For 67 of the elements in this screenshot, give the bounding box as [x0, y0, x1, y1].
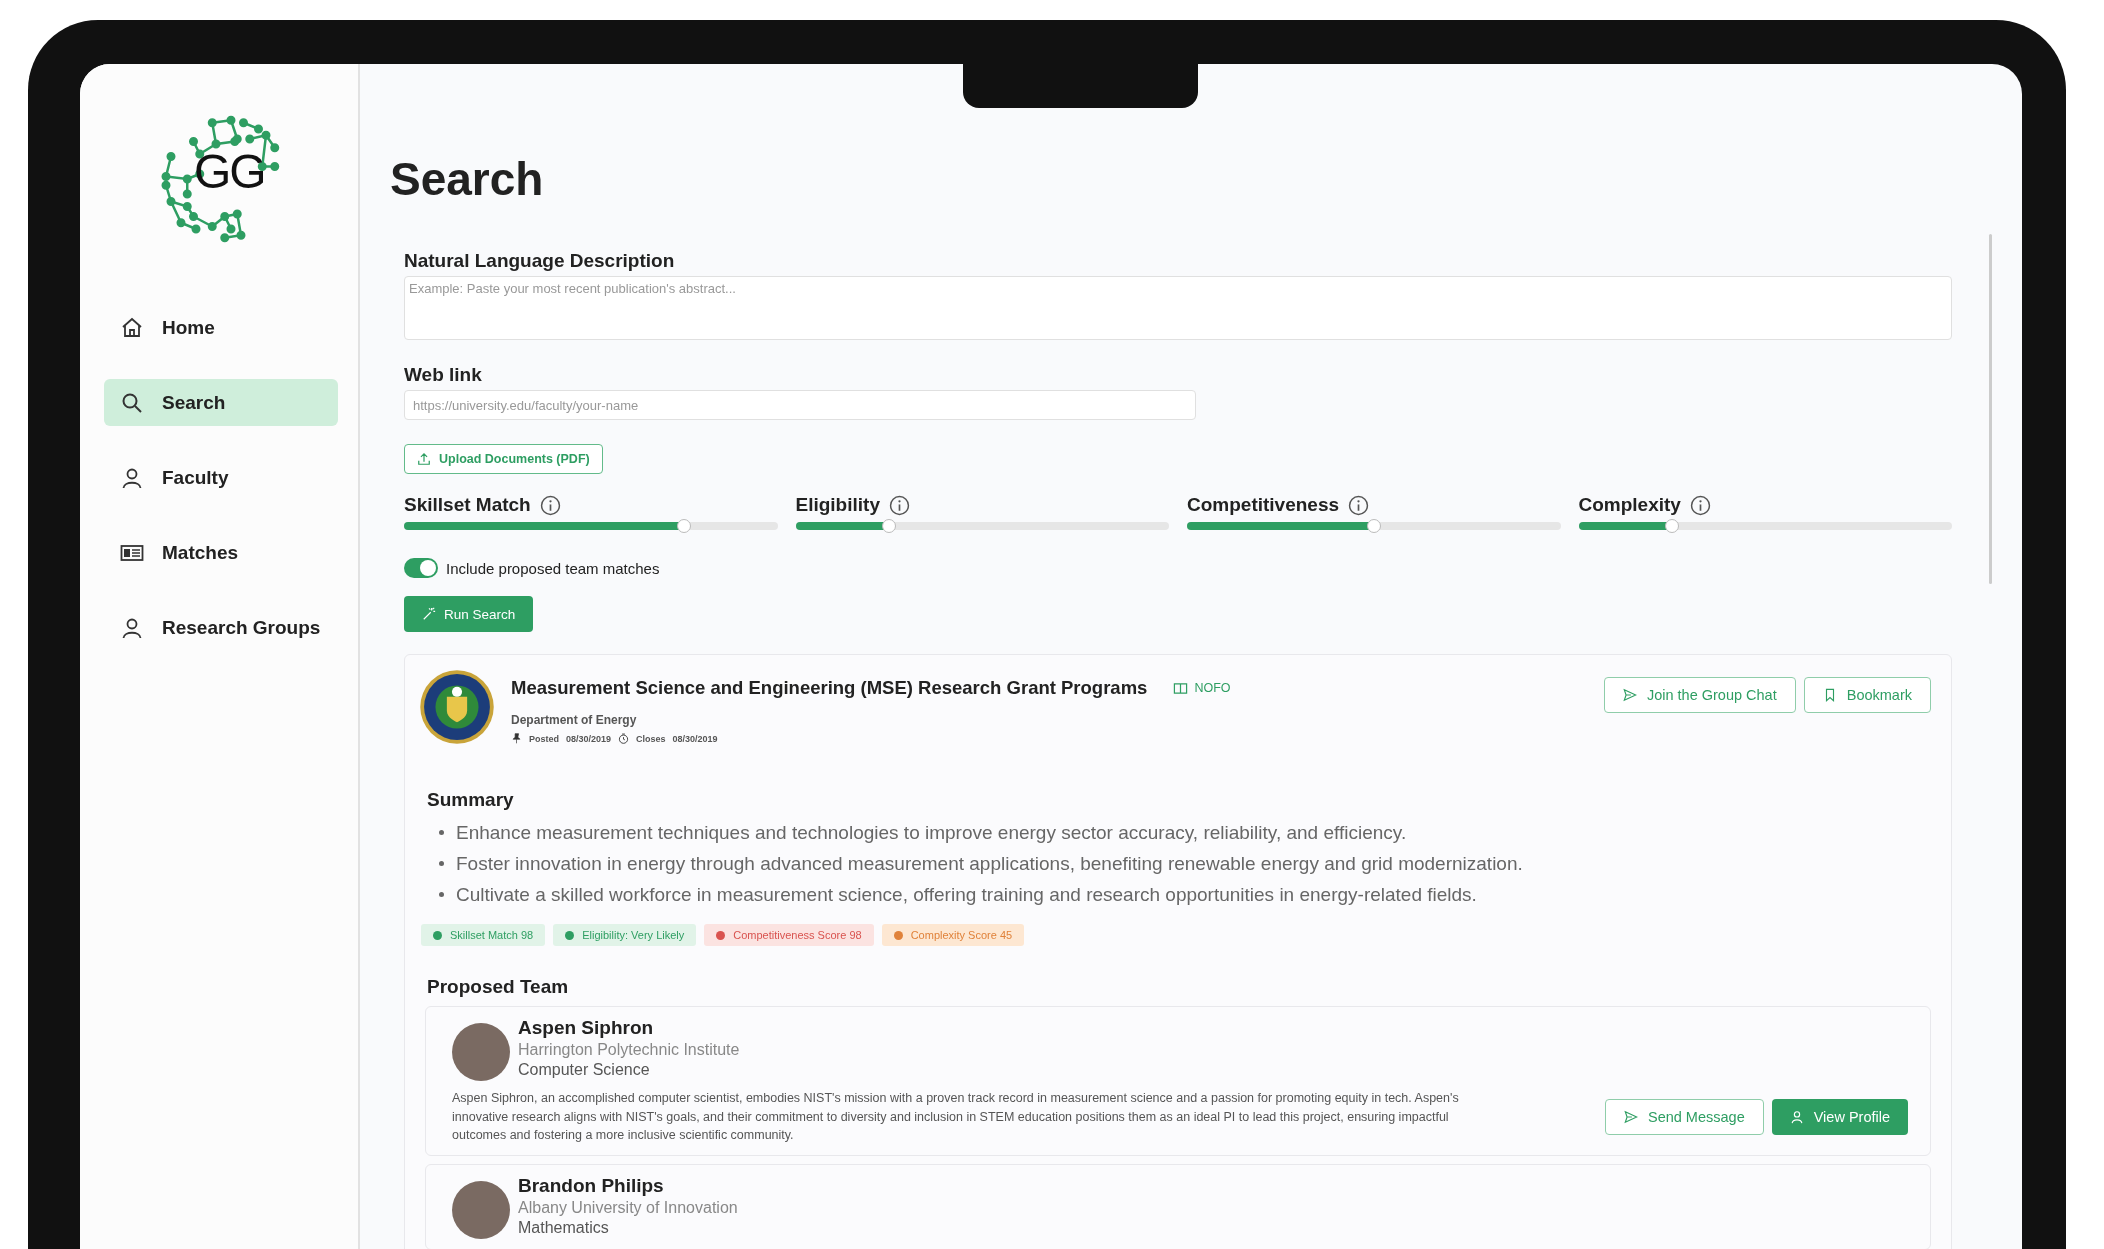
grant-title[interactable]: Measurement Science and Engineering (MSE) Research Grant Programs	[511, 677, 1148, 699]
posted-date: 08/30/2019	[566, 733, 612, 744]
member-institution: Albany University of Innovation	[518, 1198, 738, 1217]
scrollbar[interactable]	[1989, 234, 1992, 584]
member-bio: Aspen Siphron, an accomplished computer scientist, embodies NIST's mission with a proven track record in measurement science and a passion for promoting equity in tech. Aspen's innovative research aligns with NIST's goals, and their commitment to diversity and inclusion in STEM education positions them as an ideal PI to lead this project, ensuring impactful outcomes and fostering a more inclusive scientific community.	[452, 1090, 1460, 1144]
score-badge: Complexity Score 45	[881, 924, 1025, 946]
field-label: Natural Language Description	[404, 250, 675, 272]
clock-icon	[618, 733, 630, 744]
slider-label: Eligibility	[795, 494, 880, 516]
page-title: Search	[390, 152, 545, 206]
pin-icon	[511, 733, 522, 744]
slider-thumb[interactable]	[677, 519, 692, 533]
sidebar-item[interactable]: Search	[104, 379, 338, 426]
send-icon	[1622, 688, 1637, 702]
slider-thumb[interactable]	[1664, 519, 1679, 533]
sidebar-item[interactable]: Home	[104, 304, 338, 351]
bullet-icon	[439, 892, 444, 897]
info-icon[interactable]	[1689, 494, 1711, 516]
score-badge: Competitiveness Score 98	[704, 924, 874, 946]
magic-wand-icon	[422, 607, 436, 621]
bookmark-button[interactable]: Bookmark	[1803, 677, 1931, 713]
toggle-label: Include proposed team matches	[446, 559, 660, 577]
send-message-button[interactable]: Send Message	[1604, 1098, 1764, 1135]
agency-name: Department of Energy	[511, 713, 638, 727]
nofo-tag: NOFO	[1173, 680, 1231, 696]
sidebar-item[interactable]: Research Groups	[104, 604, 338, 651]
slider-thumb[interactable]	[881, 519, 896, 533]
avatar-placeholder	[452, 1023, 510, 1081]
bullet-icon	[439, 830, 444, 835]
field-label: Web link	[404, 364, 482, 386]
toggle-switch[interactable]	[404, 558, 438, 578]
sidebar-item[interactable]: Faculty	[104, 454, 338, 501]
closes-label: Closes	[636, 733, 666, 744]
book-icon	[1173, 680, 1189, 696]
slider-thumb[interactable]	[1366, 519, 1381, 533]
summary-point: Foster innovation in energy through advanced measurement applications, benefiting renewable energy and grid modernization.	[456, 852, 1523, 876]
sidebar-item[interactable]: Matches	[104, 529, 338, 576]
member-institution: Harrington Polytechnic Institute	[518, 1041, 740, 1059]
person-icon	[1789, 1109, 1804, 1124]
bullet-icon	[439, 861, 444, 866]
score-badge: Eligibility: Very Likely	[553, 924, 697, 946]
home-icon	[120, 315, 144, 340]
member-name: Aspen Siphron	[518, 1017, 655, 1039]
slider-label: Skillset Match	[404, 494, 531, 516]
member-name: Brandon Philips	[518, 1174, 665, 1197]
summary-heading: Summary	[427, 789, 515, 811]
web-link-field[interactable]: https://university.edu/faculty/your-name	[404, 390, 1196, 420]
info-icon[interactable]	[888, 494, 910, 516]
member-department: Mathematics	[518, 1218, 610, 1237]
score-badge: Skillset Match 98	[421, 924, 546, 946]
upload-icon	[417, 452, 431, 466]
slider-label: Competitiveness	[1187, 494, 1340, 516]
send-icon	[1623, 1109, 1638, 1124]
seal-logo-icon	[419, 669, 495, 745]
team-heading: Proposed Team	[427, 976, 570, 998]
info-icon[interactable]	[539, 494, 561, 516]
member-department: Computer Science	[518, 1061, 651, 1079]
group-chat-button[interactable]: Join the Group Chat	[1603, 677, 1796, 713]
summary-point: Cultivate a skilled workforce in measurement science, offering training and research opportunities in energy-related fields.	[456, 883, 1477, 907]
info-icon[interactable]	[1348, 494, 1370, 516]
description-field[interactable]: Example: Paste your most recent publication's abstract...	[404, 276, 1952, 340]
avatar-placeholder	[452, 1180, 510, 1239]
posted-label: Posted	[529, 733, 559, 744]
slider-label: Complexity	[1578, 494, 1681, 516]
closes-date: 08/30/2019	[672, 733, 718, 744]
summary-point: Enhance measurement techniques and technologies to improve energy sector accuracy, reliability, and efficiency.	[456, 821, 1407, 845]
logo-text: GG	[194, 144, 265, 199]
